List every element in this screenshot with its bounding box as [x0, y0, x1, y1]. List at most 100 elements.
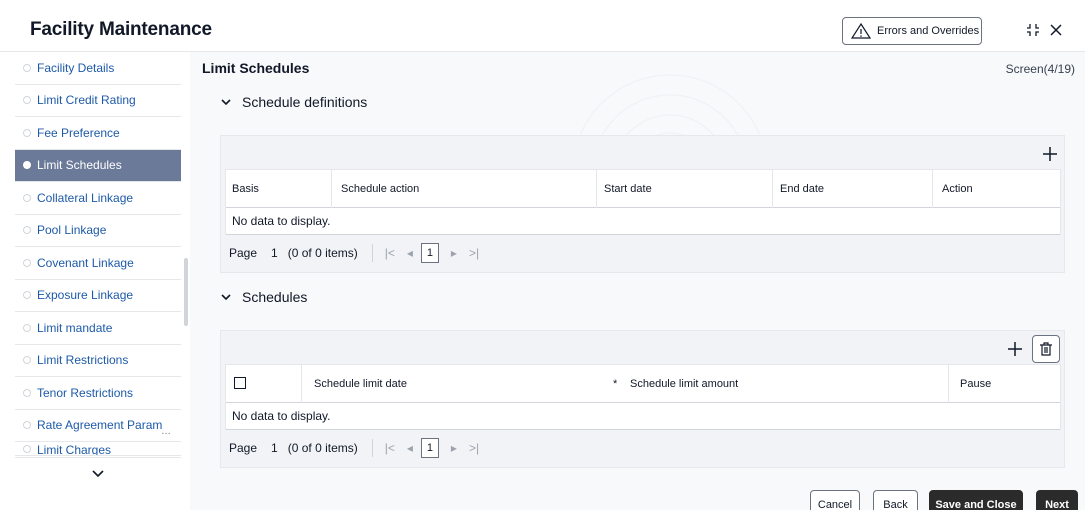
- prev-page-icon[interactable]: ◂: [407, 246, 413, 260]
- prev-page-icon[interactable]: ◂: [407, 441, 413, 455]
- sidebar-item-label: Pool Linkage: [37, 223, 107, 238]
- errors-and-overrides-button[interactable]: Errors and Overrides: [842, 17, 982, 45]
- step-dot-icon: [23, 323, 31, 332]
- column-divider: [331, 170, 332, 208]
- screen-count: Screen(4/19): [1005, 62, 1075, 76]
- column-divider: [301, 365, 302, 403]
- column-header: Action: [942, 182, 973, 195]
- column-header: Start date: [604, 182, 652, 195]
- sidebar-item-label: Fee Preference: [37, 125, 120, 140]
- step-dot-icon: [23, 421, 31, 430]
- column-header: Basis: [232, 182, 259, 195]
- select-all-checkbox[interactable]: [234, 377, 246, 389]
- column-divider: [772, 170, 773, 208]
- last-page-icon[interactable]: >|: [469, 246, 479, 260]
- sidebar-item-limit-schedules[interactable]: Limit Schedules: [15, 149, 181, 182]
- pagination: Page 1 (0 of 0 items) |< ◂ 1 ▸ >|: [221, 431, 1064, 465]
- sidebar-nav: Facility Details Limit Credit Rating Fee…: [15, 52, 181, 489]
- next-page-icon[interactable]: ▸: [451, 246, 457, 260]
- required-marker: *: [613, 377, 618, 390]
- step-dot-icon: [23, 445, 31, 453]
- step-dot-icon: [23, 193, 31, 202]
- add-schedule-button[interactable]: [1001, 335, 1029, 363]
- column-divider: [948, 365, 949, 403]
- close-icon[interactable]: [1049, 23, 1063, 37]
- column-header: End date: [780, 182, 825, 195]
- schedules-panel: Schedule limit date * Schedule limit amo…: [220, 330, 1065, 468]
- page-title: Facility Maintenance: [30, 19, 212, 40]
- page-number: 1: [271, 441, 278, 455]
- sidebar-item-label: Limit Credit Rating: [37, 93, 136, 108]
- step-dot-icon: [23, 388, 31, 397]
- current-page-button[interactable]: 1: [420, 438, 439, 458]
- sidebar-item-covenant-linkage[interactable]: Covenant Linkage: [15, 247, 181, 280]
- page-items-count: (0 of 0 items): [287, 441, 358, 455]
- sidebar-item-limit-mandate[interactable]: Limit mandate: [15, 312, 181, 345]
- warning-icon: [851, 23, 871, 39]
- sidebar-item-limit-credit-rating[interactable]: Limit Credit Rating: [15, 85, 181, 117]
- schedule-definitions-heading: Schedule definitions: [242, 94, 368, 110]
- divider: [371, 439, 373, 457]
- next-button[interactable]: Next: [1036, 490, 1078, 510]
- table-header: Schedule limit date * Schedule limit amo…: [226, 365, 1060, 403]
- empty-message: No data to display.: [226, 403, 1060, 430]
- first-page-icon[interactable]: |<: [385, 441, 395, 455]
- step-dot-icon: [23, 226, 31, 235]
- plus-icon: [1008, 342, 1022, 356]
- page-label: Page: [229, 246, 258, 260]
- schedule-definitions-toggle[interactable]: Schedule definitions: [220, 94, 367, 110]
- cancel-button[interactable]: Cancel: [810, 490, 860, 510]
- schedules-toggle[interactable]: Schedules: [220, 289, 307, 305]
- sidebar-item-rate-agreement-param[interactable]: Rate Agreement Param …: [15, 410, 181, 442]
- column-header: Schedule action: [341, 182, 420, 195]
- sidebar-item-collateral-linkage[interactable]: Collateral Linkage: [15, 182, 181, 215]
- minimize-icon[interactable]: [1026, 23, 1040, 37]
- sidebar-item-label: Rate Agreement Param: [37, 418, 163, 433]
- step-dot-icon: [23, 161, 31, 170]
- current-page-button[interactable]: 1: [420, 243, 439, 263]
- sidebar-item-fee-preference[interactable]: Fee Preference: [15, 117, 181, 150]
- header-bar: Facility Maintenance Errors and Override…: [0, 0, 1085, 52]
- sidebar-item-limit-charges[interactable]: Limit Charges: [15, 442, 181, 456]
- back-button[interactable]: Back: [873, 490, 918, 510]
- schedules-heading: Schedules: [242, 289, 308, 305]
- schedule-definitions-panel: Basis Schedule action Start date End dat…: [220, 135, 1065, 273]
- sidebar-item-label: Limit mandate: [37, 320, 113, 335]
- sidebar-item-label: Tenor Restrictions: [37, 385, 134, 400]
- sidebar-item-label: Limit Restrictions: [37, 353, 129, 368]
- add-schedule-definition-button[interactable]: [1036, 140, 1064, 168]
- step-dot-icon: [23, 356, 31, 365]
- sidebar-item-facility-details[interactable]: Facility Details: [15, 52, 181, 85]
- sidebar-item-label: Limit Charges: [37, 443, 112, 456]
- save-and-close-button[interactable]: Save and Close: [929, 490, 1023, 510]
- first-page-icon[interactable]: |<: [385, 246, 395, 260]
- sidebar-scrollbar[interactable]: [184, 258, 188, 326]
- sidebar-item-exposure-linkage[interactable]: Exposure Linkage: [15, 280, 181, 312]
- plus-icon: [1043, 147, 1057, 161]
- sidebar-item-limit-restrictions[interactable]: Limit Restrictions: [15, 345, 181, 377]
- delete-schedule-button[interactable]: [1032, 335, 1060, 363]
- chevron-down-icon: [92, 469, 104, 477]
- section-title: Limit Schedules: [202, 60, 310, 76]
- sidebar-scroll-down-button[interactable]: [15, 457, 181, 489]
- page-items-count: (0 of 0 items): [287, 246, 358, 260]
- step-dot-icon: [23, 128, 31, 137]
- column-divider: [932, 170, 933, 208]
- next-page-icon[interactable]: ▸: [451, 441, 457, 455]
- sidebar-item-label: Covenant Linkage: [37, 255, 134, 270]
- column-header: Schedule limit amount: [630, 377, 739, 390]
- trash-icon: [1040, 342, 1052, 356]
- step-dot-icon: [23, 63, 31, 72]
- table-header: Basis Schedule action Start date End dat…: [226, 170, 1060, 208]
- ellipsis-icon: …: [161, 425, 171, 437]
- column-header: Schedule limit date: [314, 377, 407, 390]
- sidebar-item-pool-linkage[interactable]: Pool Linkage: [15, 215, 181, 247]
- column-divider: [596, 170, 597, 208]
- last-page-icon[interactable]: >|: [469, 441, 479, 455]
- page-number: 1: [271, 246, 278, 260]
- schedules-table: Schedule limit date * Schedule limit amo…: [225, 364, 1061, 430]
- pagination: Page 1 (0 of 0 items) |< ◂ 1 ▸ >|: [221, 236, 1064, 270]
- sidebar-item-label: Limit Schedules: [37, 158, 122, 173]
- step-dot-icon: [23, 258, 31, 267]
- sidebar-item-tenor-restrictions[interactable]: Tenor Restrictions: [15, 377, 181, 410]
